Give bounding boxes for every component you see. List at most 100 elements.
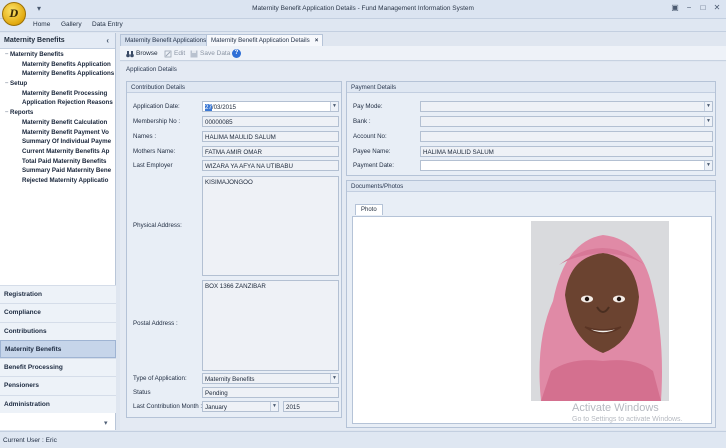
physical-address-label: Physical Address: (133, 222, 182, 229)
photo-viewer (352, 216, 712, 424)
tree-item[interactable]: Maternity Benefit Calculation (0, 119, 116, 129)
tree-item-label: Reports (10, 109, 34, 117)
payment-date-label: Payment Date: (353, 162, 394, 169)
chevron-down-icon[interactable]: ▼ (704, 161, 712, 170)
collapse-node-icon[interactable]: − (3, 80, 10, 87)
last-contribution-month-label: Last Contribution Month : (133, 403, 203, 410)
chevron-down-icon[interactable]: ▼ (704, 117, 712, 126)
applicant-photo (531, 221, 669, 401)
tree-item-label: Maternity Benefits Applications (22, 70, 115, 78)
last-contribution-year-field[interactable]: 2015 (283, 401, 339, 412)
menu-data-entry[interactable]: Data Entry (92, 21, 123, 28)
chevron-down-icon[interactable]: ▼ (330, 374, 338, 383)
names-label: Names : (133, 133, 157, 140)
last-employer-field[interactable]: WIZARA YA AFYA NA UTIBABU (202, 160, 339, 171)
tree-item[interactable]: Current Maternity Benefits Ap (0, 148, 116, 158)
tree-item[interactable]: − Maternity Benefits (0, 51, 116, 61)
tree-item[interactable]: − Reports (0, 109, 116, 119)
names-field[interactable]: HALIMA MAULID SALUM (202, 131, 339, 142)
tree-item[interactable]: Summary Of Individual Payme (0, 138, 116, 148)
physical-address-field[interactable]: KISIMAJONGOO (202, 176, 339, 276)
collapse-panel-icon[interactable]: ‹ (106, 36, 109, 45)
pay-mode-select[interactable]: ▼ (420, 101, 713, 112)
collapse-node-icon[interactable]: − (3, 51, 10, 58)
title-bar: D ▾ Maternity Benefit Application Detail… (0, 0, 726, 26)
close-tab-icon[interactable]: × (315, 37, 319, 44)
collapse-node-icon[interactable]: − (3, 109, 10, 116)
close-icon[interactable]: ✕ (712, 3, 722, 13)
nav-group-benefit-processing[interactable]: Benefit Processing (0, 358, 116, 377)
applicant-portrait-image (531, 221, 669, 401)
chevron-down-icon[interactable]: ▼ (704, 102, 712, 111)
last-contribution-month-select[interactable]: January ▼ (202, 401, 279, 412)
status-field[interactable]: Pending (202, 387, 339, 398)
type-of-application-value: Maternity Benefits (205, 375, 255, 383)
tab-label: Maternity Benefit Application Details (211, 37, 310, 44)
nav-group-maternity-benefits[interactable]: Maternity Benefits (0, 339, 116, 359)
payment-details-group: Payment Details Pay Mode: ▼ Bank : ▼ Acc… (346, 81, 716, 176)
minimize-icon[interactable]: − (684, 3, 694, 13)
navigation-tree: − Maternity Benefits Maternity Benefits Ap… (0, 51, 116, 296)
account-no-label: Account No: (353, 133, 387, 140)
nav-group-registration[interactable]: Registration (0, 285, 116, 304)
edit-button[interactable]: Edit (164, 48, 185, 59)
tab-maternity-benefit-applications[interactable]: Maternity Benefit Applications (120, 34, 212, 46)
type-of-application-select[interactable]: Maternity Benefits ▼ (202, 373, 339, 384)
menu-home[interactable]: Home (33, 21, 50, 28)
nav-group-compliance[interactable]: Compliance (0, 303, 116, 322)
contribution-details-title: Contribution Details (127, 82, 341, 93)
tab-photo[interactable]: Photo (355, 204, 383, 215)
tree-item[interactable]: Maternity Benefits Applications (0, 70, 116, 80)
tree-item[interactable]: Total Paid Maternity Benefits (0, 158, 116, 168)
edit-label: Edit (174, 50, 186, 57)
tree-item[interactable]: − Setup (0, 80, 116, 90)
type-of-application-label: Type of Application: (133, 375, 187, 382)
application-date-field[interactable]: 27/03/2015 ▼ (202, 101, 339, 112)
payee-name-field[interactable]: HALIMA MAULID SALUM (420, 146, 713, 157)
chevron-down-icon[interactable]: ▾ (104, 419, 108, 427)
application-date-selected-part: 27 (205, 103, 212, 111)
membership-no-field[interactable]: 00000085 (202, 116, 339, 127)
last-employer-label: Last Employer (133, 162, 173, 169)
payment-date-field[interactable]: ▼ (420, 160, 713, 171)
nav-group-contributions[interactable]: Contributions (0, 321, 116, 340)
tree-item[interactable]: Maternity Benefits Application (0, 61, 116, 71)
app-logo[interactable]: D (2, 2, 26, 26)
help-icon[interactable]: ? (232, 49, 241, 58)
tab-maternity-benefit-application-details[interactable]: Maternity Benefit Application Details × (206, 34, 324, 46)
payment-details-title: Payment Details (347, 82, 715, 93)
tree-item[interactable]: Maternity Benefit Payment Vo (0, 129, 116, 139)
tree-item-label: Maternity Benefit Calculation (22, 118, 108, 126)
chevron-down-icon[interactable]: ▼ (270, 402, 278, 411)
payee-name-label: Payee Name: (353, 148, 391, 155)
tree-item-label: Current Maternity Benefits Ap (22, 147, 110, 155)
tree-item[interactable]: Rejected Maternity Applicatio (0, 177, 116, 187)
save-data-label: Save Data (200, 50, 231, 57)
binoculars-icon (126, 50, 134, 57)
restore-ribbon-icon[interactable]: ▣ (670, 3, 680, 13)
tree-item[interactable]: Summary Paid Maternity Bene (0, 167, 116, 177)
ribbon-menu: Home Gallery Data Entry (0, 19, 726, 32)
tree-item-label: Maternity Benefits (10, 51, 64, 58)
save-data-button[interactable]: Save Data (190, 48, 230, 59)
browse-label: Browse (136, 50, 158, 57)
mothers-name-field[interactable]: FATMA AMIR OMAR (202, 146, 339, 157)
maximize-icon[interactable]: □ (698, 3, 708, 13)
account-no-field[interactable] (420, 131, 713, 142)
tree-item-label: Maternity Benefit Payment Vo (22, 128, 109, 136)
tree-item-label: Summary Of Individual Payme (22, 138, 112, 146)
application-date-label: Application Date: (133, 103, 180, 110)
tree-item[interactable]: Application Rejection Reasons (0, 99, 116, 109)
document-tabs: Maternity Benefit Applications Maternity… (120, 33, 726, 46)
chevron-down-icon[interactable]: ▼ (330, 102, 338, 111)
browse-button[interactable]: Browse (126, 48, 158, 59)
pay-mode-label: Pay Mode: (353, 103, 383, 110)
menu-gallery[interactable]: Gallery (61, 21, 82, 28)
postal-address-field[interactable]: BOX 1366 ZANZIBAR (202, 280, 339, 371)
status-bar: Current User : Eric (0, 431, 726, 448)
activate-windows-subtext: Go to Settings to activate Windows. (572, 416, 683, 423)
nav-group-pensioners[interactable]: Pensioners (0, 376, 116, 395)
nav-group-administration[interactable]: Administration (0, 394, 116, 414)
bank-select[interactable]: ▼ (420, 116, 713, 127)
tree-item[interactable]: Maternity Benefit Processing (0, 90, 116, 100)
